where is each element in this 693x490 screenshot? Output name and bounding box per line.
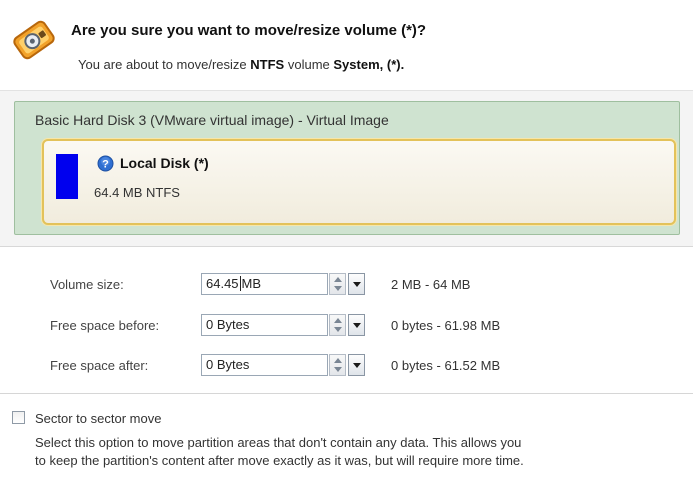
free-after-label: Free space after: [50,358,149,373]
volume-color-bar [56,154,78,199]
svg-text:?: ? [102,159,109,171]
free-before-spinner[interactable] [329,314,346,336]
free-after-range: 0 bytes - 61.52 MB [391,358,501,373]
free-before-label: Free space before: [50,318,160,333]
dialog-title: Are you sure you want to move/resize vol… [71,22,427,39]
disk-box: Basic Hard Disk 3 (VMware virtual image)… [14,101,680,235]
free-after-spinner[interactable] [329,354,346,376]
volume-card[interactable]: ? Local Disk (*) 64.4 MB NTFS [42,139,676,225]
disk-title: Basic Hard Disk 3 (VMware virtual image)… [35,112,389,128]
sector-to-sector-label[interactable]: Sector to sector move [35,411,161,426]
disk-panel: Basic Hard Disk 3 (VMware virtual image)… [0,90,693,247]
free-before-value: 0 Bytes [206,317,250,332]
volume-size-label: 64.4 MB NTFS [94,185,180,200]
free-before-range: 0 bytes - 61.98 MB [391,318,501,333]
subtitle-mid: volume [287,57,330,72]
help-icon: ? [97,155,114,172]
description-line-2: to keep the partition's content after mo… [35,453,524,468]
free-after-value: 0 Bytes [206,357,250,372]
description-line-1: Select this option to move partition are… [35,435,522,450]
free-before-input[interactable]: 0 Bytes [201,314,328,336]
subtitle-fs: NTFS [250,57,285,72]
free-before-unit-dropdown[interactable] [348,314,365,336]
section-divider [0,393,693,394]
free-after-unit-dropdown[interactable] [348,354,365,376]
sector-to-sector-checkbox[interactable] [12,411,25,424]
dialog-header: Are you sure you want to move/resize vol… [0,0,693,90]
volume-size-spinner[interactable] [329,273,346,295]
subtitle-volume: System, (*). [333,57,405,72]
volume-size-value: 64.45 [206,276,239,291]
sector-to-sector-description: Select this option to move partition are… [35,434,685,470]
volume-size-unit-dropdown[interactable] [348,273,365,295]
free-after-input[interactable]: 0 Bytes [201,354,328,376]
volume-size-range: 2 MB - 64 MB [391,277,471,292]
disk-wrench-icon [13,20,55,60]
dialog-subtitle: You are about to move/resize NTFS volume… [78,57,404,72]
volume-size-input[interactable]: 64.45 MB [201,273,328,295]
volume-name: Local Disk (*) [120,155,209,171]
volume-size-label-text: Volume size: [50,277,124,292]
subtitle-prefix: You are about to move/resize [78,57,247,72]
volume-size-unit: MB [239,276,262,291]
